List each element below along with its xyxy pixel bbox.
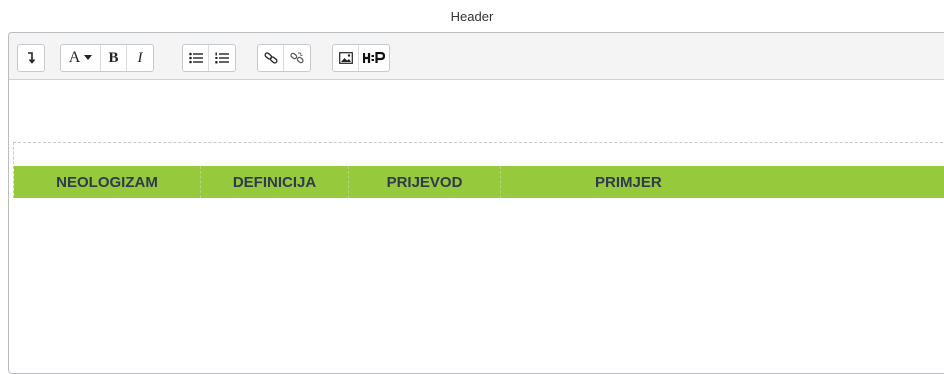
unlink-icon	[290, 52, 304, 64]
table-header-cell-primjer[interactable]: PRIMJER	[501, 166, 944, 198]
link-button[interactable]	[258, 45, 284, 71]
editor-toolbar: A B I	[9, 33, 944, 80]
ordered-list-button[interactable]	[209, 45, 235, 71]
toolbar-group-expand	[17, 44, 45, 72]
font-style-icon: A	[68, 49, 81, 66]
toolbar-group-media	[332, 44, 390, 72]
table-header-cell-prijevod[interactable]: PRIJEVOD	[349, 166, 501, 198]
arrow-down-icon	[28, 52, 36, 64]
table-header-row: NEOLOGIZAM DEFINICIJA PRIJEVOD PRIMJER	[14, 166, 944, 198]
bold-button[interactable]: B	[101, 45, 127, 71]
bold-icon: B	[108, 49, 119, 66]
rich-text-editor[interactable]: A B I NEOLOGIZAM DEFINICIJA PRIJEVOD PRI…	[8, 32, 944, 374]
toolbar-group-links	[257, 44, 311, 72]
table-header-cell-neologizam[interactable]: NEOLOGIZAM	[14, 166, 201, 198]
italic-icon: I	[137, 49, 143, 66]
insert-image-button[interactable]	[333, 45, 359, 71]
unlink-button[interactable]	[284, 45, 310, 71]
editor-content-area[interactable]: NEOLOGIZAM DEFINICIJA PRIJEVOD PRIMJER	[9, 80, 944, 370]
insert-h5p-button[interactable]	[359, 45, 389, 71]
table-header-cell-definicija[interactable]: DEFINICIJA	[201, 166, 349, 198]
field-label: Header	[450, 9, 494, 24]
numbered-list-icon	[215, 52, 229, 64]
unordered-list-button[interactable]	[183, 45, 209, 71]
toolbar-group-text: A B I	[60, 44, 154, 72]
content-table: NEOLOGIZAM DEFINICIJA PRIJEVOD PRIMJER	[13, 142, 944, 198]
h5p-icon	[363, 52, 385, 63]
link-icon	[264, 52, 277, 64]
image-icon	[338, 52, 353, 64]
dropdown-caret-icon	[84, 55, 93, 60]
bullet-list-icon	[188, 52, 203, 64]
expand-toolbar-button[interactable]	[18, 45, 44, 71]
paragraph-style-button[interactable]: A	[61, 45, 101, 71]
toolbar-group-lists	[182, 44, 236, 72]
italic-button[interactable]: I	[127, 45, 153, 71]
